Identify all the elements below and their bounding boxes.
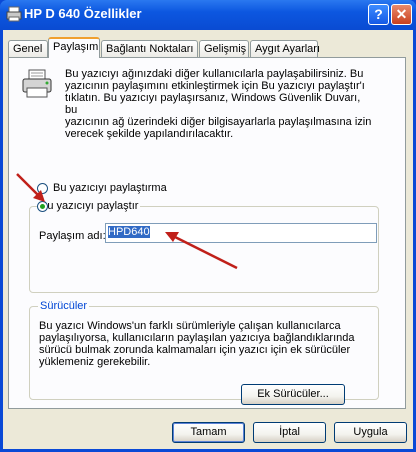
cancel-button[interactable]: İptal (253, 422, 326, 443)
intro-line: Bu yazıcıyı ağınızdaki diğer kullanıcıla… (65, 68, 364, 80)
red-arrow-icon (165, 232, 238, 270)
drivers-line: sürücü bulmak zorunda kalmamaları için y… (39, 344, 351, 356)
tab-ports[interactable]: Bağlantı Noktaları (101, 40, 198, 57)
drivers-line: yüklemeniz gerekebilir. (39, 356, 151, 368)
tab-device-settings[interactable]: Aygıt Ayarları (250, 40, 320, 57)
share-name-value: HPD640 (108, 226, 150, 238)
tab-advanced[interactable]: Gelişmiş (199, 40, 249, 57)
ok-button[interactable]: Tamam (172, 422, 245, 443)
printer-icon (6, 6, 22, 22)
share-name-label: Paylaşım adı: (39, 230, 106, 242)
drivers-line: paylaşılıyorsa, kullanıcıların paylaşıla… (39, 332, 355, 344)
title-bar[interactable]: HP D 640 Özellikler ? ✕ (0, 0, 416, 30)
drivers-description: Bu yazıcı Windows'un farklı sürümleriyle… (39, 320, 369, 368)
extra-drivers-button[interactable]: Ek Sürücüler... (241, 384, 345, 405)
intro-line: tıklatın. Bu yazıcıyı paylaşırsanız, Win… (65, 92, 361, 116)
tab-sharing[interactable]: Paylaşım (48, 37, 100, 58)
close-button[interactable]: ✕ (391, 4, 412, 25)
drivers-legend: Sürücüler (38, 300, 90, 312)
window-title: HP D 640 Özellikler (24, 6, 142, 21)
intro-line: yazıcının paylaşımını etkinleştirmek içi… (65, 80, 365, 92)
radio-share-label[interactable]: Bu yazıcıyı paylaştır (38, 200, 141, 212)
properties-window: HP D 640 Özellikler ? ✕ Genel Paylaşım B… (0, 0, 416, 452)
share-name-input[interactable]: HPD640 (105, 223, 377, 243)
drivers-line: Bu yazıcı Windows'un farklı sürümleriyle… (39, 320, 341, 332)
tab-general[interactable]: Genel (8, 40, 48, 57)
sharing-panel: Bu yazıcıyı ağınızdaki diğer kullanıcıla… (8, 57, 406, 409)
intro-line: yazıcının ağ üzerindeki diğer bilgisayar… (65, 116, 372, 128)
apply-button[interactable]: Uygula (334, 422, 407, 443)
sharing-description: Bu yazıcıyı ağınızdaki diğer kullanıcıla… (65, 68, 375, 140)
dialog-client: Genel Paylaşım Bağlantı Noktaları Gelişm… (3, 30, 413, 449)
intro-line: verecek şekilde yapılandırılacaktır. (65, 128, 234, 140)
radio-no-share-label[interactable]: Bu yazıcıyı paylaştırma (53, 182, 167, 194)
red-arrow-icon (16, 173, 45, 202)
printer-icon (22, 69, 52, 98)
help-button[interactable]: ? (368, 4, 389, 25)
